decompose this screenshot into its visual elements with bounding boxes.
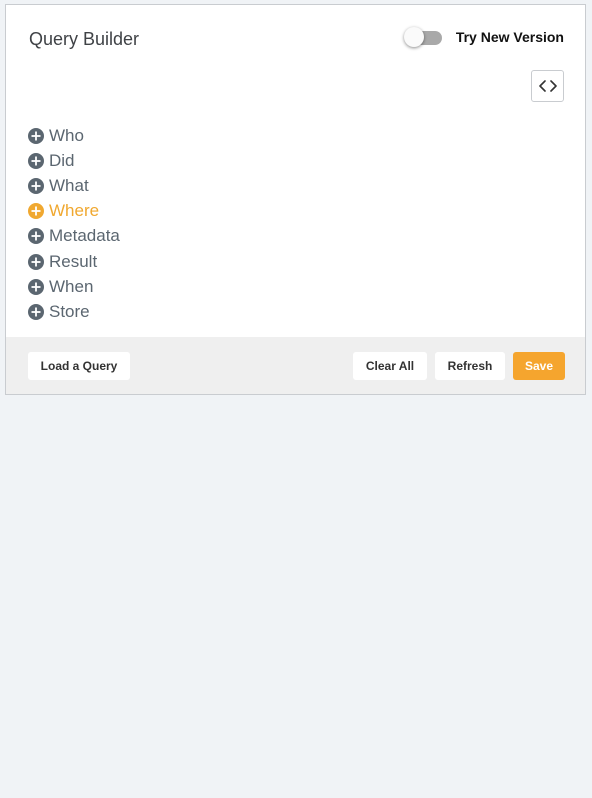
panel-footer: Load a Query Clear All Refresh Save [6, 337, 585, 394]
plus-circle-icon [28, 253, 44, 270]
query-section-list: Who Did What Where Metadata Result When [28, 123, 120, 325]
plus-circle-icon [28, 152, 44, 169]
section-label: Did [49, 150, 75, 170]
section-label: Who [49, 125, 84, 145]
clear-all-button[interactable]: Clear All [353, 352, 427, 380]
new-version-toggle[interactable]: Try New Version [403, 26, 564, 48]
panel-title: Query Builder [29, 29, 140, 49]
section-who[interactable]: Who [28, 123, 120, 148]
section-label: Result [49, 251, 98, 271]
toggle-knob[interactable] [403, 27, 424, 47]
toggle-label: Try New Version [455, 29, 564, 45]
plus-circle-icon [28, 303, 44, 320]
plus-circle-icon [28, 278, 44, 295]
section-label: When [49, 276, 94, 296]
plus-circle-icon [28, 127, 44, 144]
section-result[interactable]: Result [28, 249, 120, 274]
section-label: Where [49, 201, 100, 221]
section-where[interactable]: Where [28, 199, 120, 224]
section-label: What [49, 175, 89, 195]
refresh-button[interactable]: Refresh [435, 352, 505, 380]
query-builder-panel: Query Builder Try New Version Who Did Wh… [5, 4, 586, 395]
section-label: Store [49, 301, 90, 321]
section-store[interactable]: Store [28, 299, 120, 324]
section-what[interactable]: What [28, 173, 120, 198]
section-metadata[interactable]: Metadata [28, 224, 120, 249]
toggle-switch[interactable] [403, 26, 444, 48]
section-did[interactable]: Did [28, 148, 120, 173]
code-brackets-icon [538, 80, 557, 92]
plus-circle-icon [28, 228, 44, 245]
section-label: Metadata [49, 226, 120, 246]
save-button[interactable]: Save [513, 352, 565, 380]
load-query-button[interactable]: Load a Query [28, 352, 130, 380]
plus-circle-icon [28, 177, 44, 194]
code-view-button[interactable] [531, 70, 564, 102]
section-when[interactable]: When [28, 274, 120, 299]
plus-circle-icon [28, 203, 44, 220]
